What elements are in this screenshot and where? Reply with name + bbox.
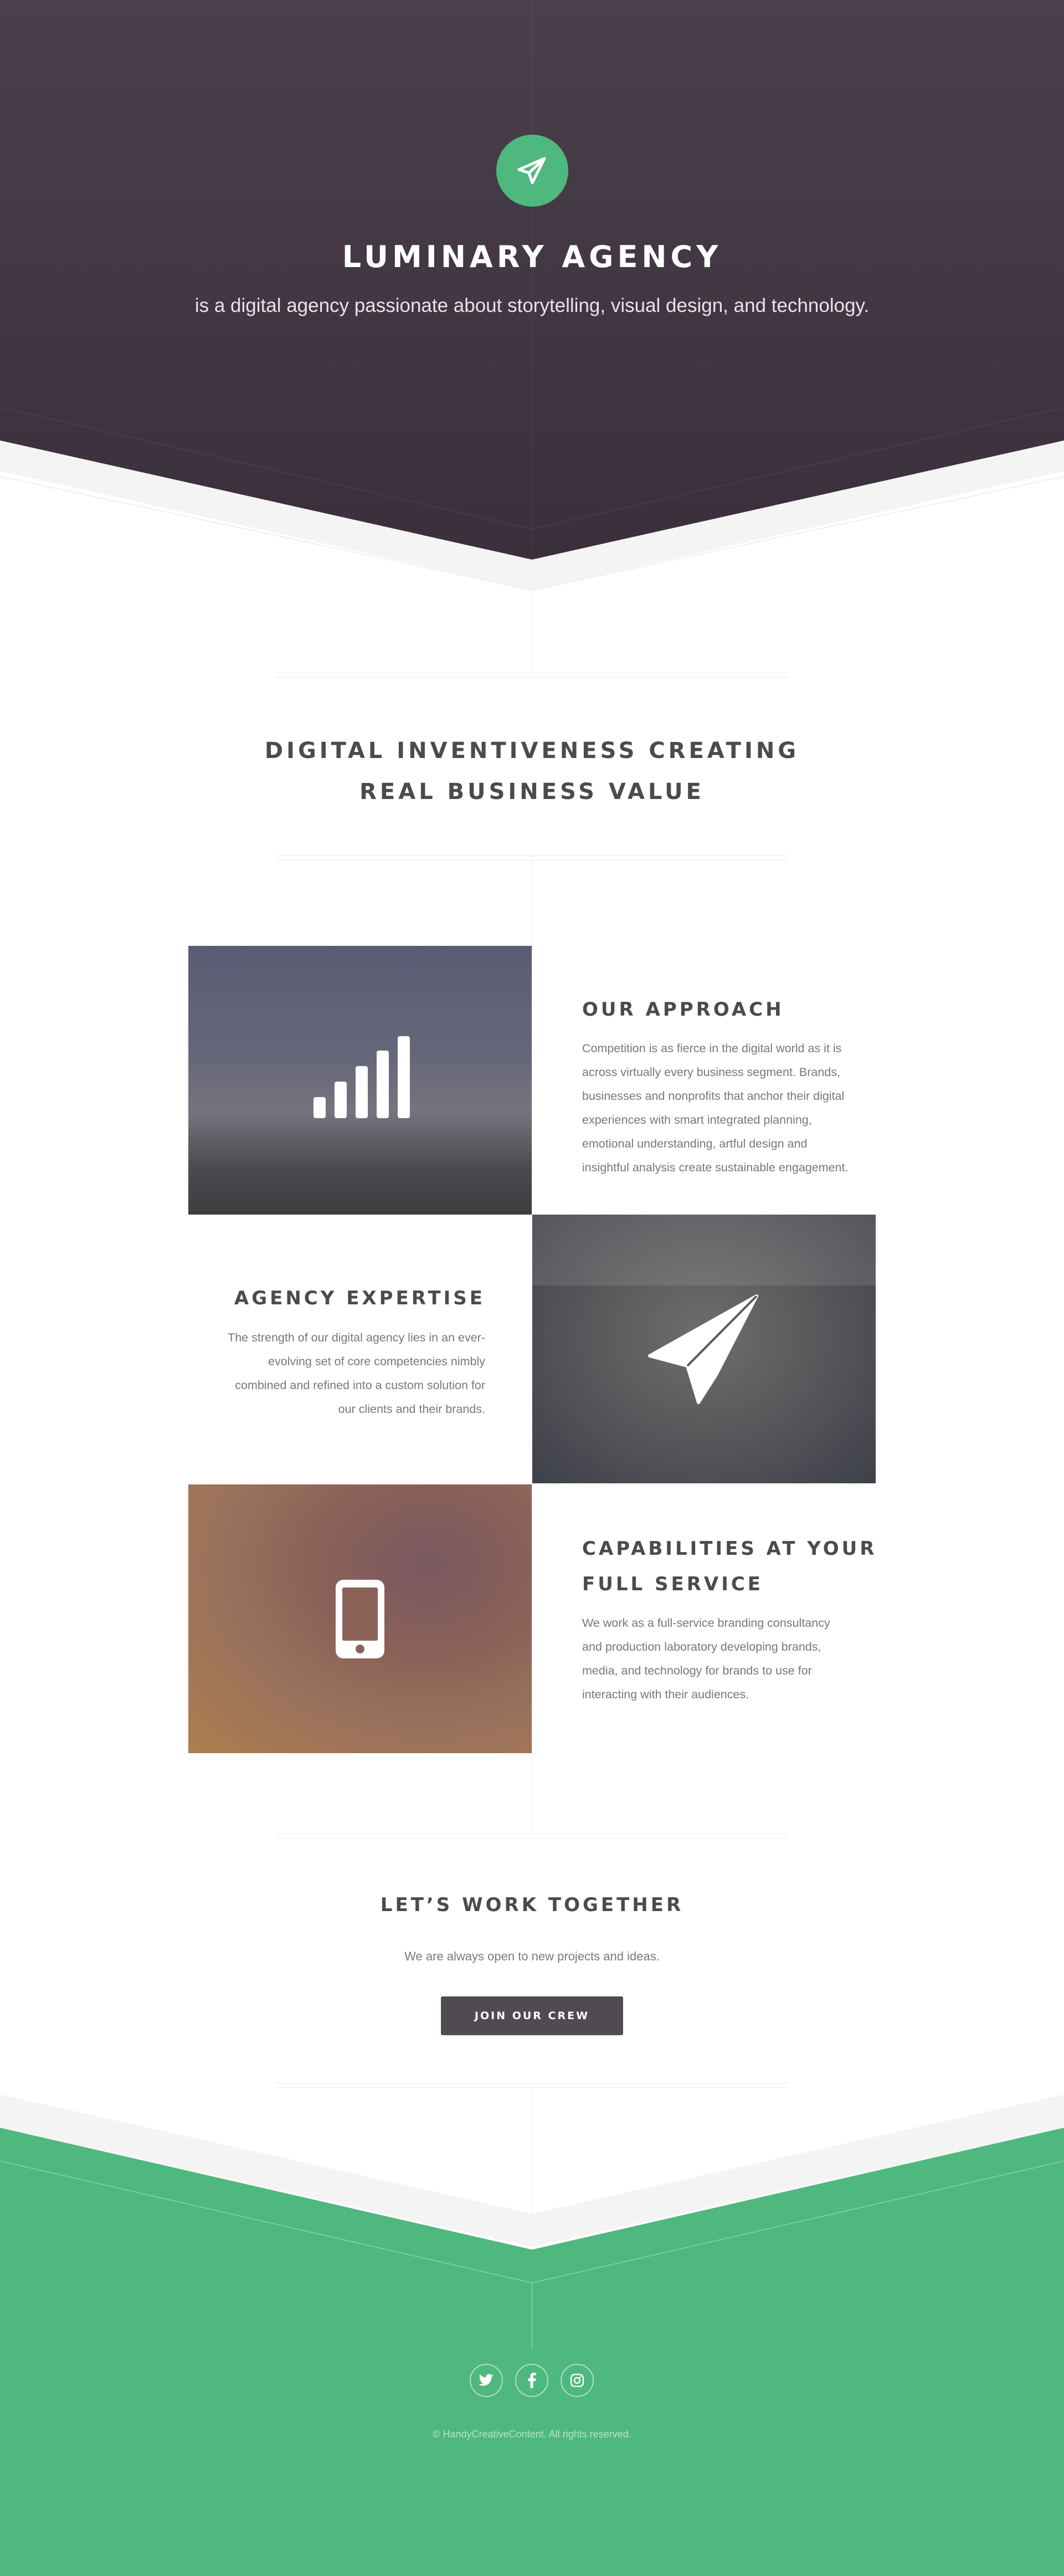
facebook-link[interactable] bbox=[515, 2364, 548, 2397]
twitter-icon bbox=[479, 2374, 494, 2386]
intro-heading-line: REAL BUSINESS VALUE bbox=[359, 779, 705, 805]
capabilities-text: We work as a full-service branding consu… bbox=[582, 1611, 830, 1707]
intro-heading: DIGITAL INVENTIVENESS CREATING REAL BUSI… bbox=[0, 730, 1064, 812]
expertise-image-tile bbox=[532, 1215, 876, 1483]
text-line: our clients and their brands. bbox=[338, 1402, 485, 1416]
cta-subtitle: We are always open to new projects and i… bbox=[404, 1949, 660, 1963]
text-line: experiences with smart integrated planni… bbox=[582, 1113, 812, 1126]
divider bbox=[275, 677, 789, 678]
approach-title: OUR APPROACH bbox=[582, 998, 784, 1021]
mobile-phone-icon bbox=[336, 1579, 384, 1658]
text-line: evolving set of core competencies nimbly bbox=[268, 1355, 485, 1368]
text-line: across virtually every business segment.… bbox=[582, 1066, 841, 1079]
text-line: emotional understanding, artful design a… bbox=[582, 1137, 808, 1150]
approach-image-tile bbox=[188, 946, 532, 1215]
text-line: insightful analysis create sustainable e… bbox=[582, 1161, 849, 1174]
expertise-title: AGENCY EXPERTISE bbox=[234, 1287, 485, 1309]
twitter-link[interactable] bbox=[470, 2364, 503, 2397]
paper-plane-icon bbox=[517, 157, 546, 185]
capabilities-title: CAPABILITIES AT YOUR FULL SERVICE bbox=[582, 1531, 877, 1602]
hero-paper-plane-badge bbox=[496, 135, 568, 207]
instagram-icon bbox=[570, 2373, 584, 2388]
text-line: and production laboratory developing bra… bbox=[582, 1640, 821, 1653]
intro-heading-line: DIGITAL INVENTIVENESS CREATING bbox=[264, 738, 800, 764]
expertise-text: The strength of our digital agency lies … bbox=[228, 1326, 485, 1421]
text-line: interacting with their audiences. bbox=[582, 1688, 749, 1701]
cta-title: LET’S WORK TOGETHER bbox=[380, 1894, 684, 1916]
paper-plane-icon bbox=[648, 1294, 758, 1404]
text-line: Competition is as fierce in the digital … bbox=[582, 1042, 842, 1055]
approach-text: Competition is as fierce in the digital … bbox=[582, 1037, 848, 1180]
capabilities-title-line: CAPABILITIES AT YOUR bbox=[582, 1538, 877, 1560]
join-our-crew-button[interactable]: JOIN OUR CREW bbox=[441, 1996, 623, 2035]
copyright-text: © HandyCreativeContent. All rights reser… bbox=[433, 2429, 631, 2440]
text-line: combined and refined into a custom solut… bbox=[235, 1379, 485, 1392]
facebook-icon bbox=[528, 2373, 536, 2388]
tile-haze bbox=[532, 1215, 876, 1286]
capabilities-image-tile bbox=[188, 1484, 532, 1753]
hero-section bbox=[0, 0, 1064, 560]
signal-bars-icon bbox=[313, 1036, 410, 1118]
text-line: The strength of our digital agency lies … bbox=[228, 1331, 485, 1344]
text-line: media, and technology for brands to use … bbox=[582, 1664, 812, 1677]
hero-title: LUMINARY AGENCY bbox=[342, 239, 722, 274]
capabilities-title-line: FULL SERVICE bbox=[582, 1573, 764, 1595]
text-line: We work as a full-service branding consu… bbox=[582, 1616, 830, 1630]
text-line: businesses and nonprofits that anchor th… bbox=[582, 1089, 845, 1103]
instagram-link[interactable] bbox=[561, 2364, 594, 2397]
hero-subtitle: is a digital agency passionate about sto… bbox=[194, 295, 870, 316]
